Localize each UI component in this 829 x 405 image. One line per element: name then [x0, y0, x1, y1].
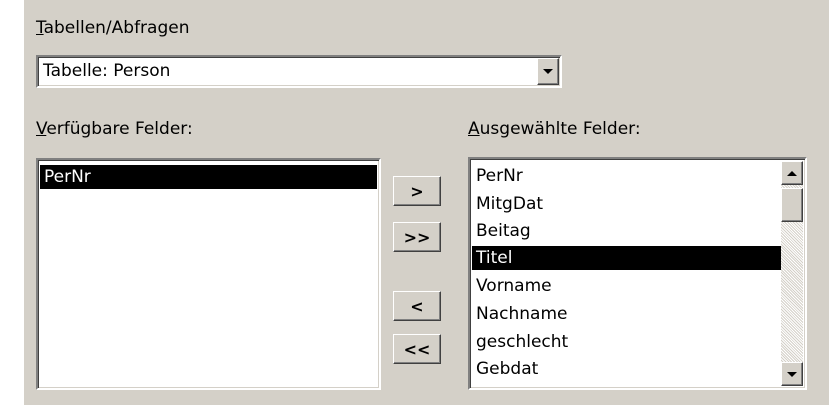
- remove-field-button[interactable]: <: [393, 291, 441, 321]
- list-item[interactable]: PerNr: [40, 165, 377, 189]
- tables-queries-label: Tabellen/Abfragen: [36, 18, 190, 38]
- available-fields-listbox[interactable]: PerNr: [36, 158, 381, 390]
- selected-fields-label: Ausgewählte Felder:: [468, 119, 641, 139]
- add-field-button[interactable]: >: [393, 176, 441, 206]
- vertical-scrollbar[interactable]: [781, 161, 803, 386]
- available-fields-label: Verfügbare Felder:: [36, 119, 193, 139]
- chevron-down-icon: [787, 371, 797, 377]
- available-fields-list: PerNr: [40, 162, 377, 386]
- chevron-down-icon: [543, 69, 553, 74]
- list-item[interactable]: Titel: [472, 245, 781, 270]
- scrollbar-thumb[interactable]: [781, 188, 803, 222]
- combobox-dropdown-button[interactable]: [537, 58, 559, 85]
- list-item[interactable]: MitgDat: [472, 191, 781, 219]
- chevron-up-icon: [787, 170, 797, 176]
- add-all-fields-button[interactable]: >>: [393, 222, 441, 252]
- tables-queries-combobox[interactable]: Tabelle: Person: [36, 55, 562, 88]
- list-item[interactable]: geschlecht: [472, 329, 781, 357]
- field-selection-panel: Tabellen/Abfragen Tabelle: Person Verfüg…: [24, 0, 829, 405]
- selected-fields-listbox[interactable]: PerNr MitgDat Beitag Titel Vorname Nachname ge…: [468, 157, 807, 390]
- list-item[interactable]: PerNr: [472, 163, 781, 191]
- scroll-down-button[interactable]: [781, 362, 803, 386]
- list-item[interactable]: Nachname: [472, 301, 781, 329]
- list-item[interactable]: Beitag: [472, 218, 781, 246]
- scroll-up-button[interactable]: [781, 161, 803, 185]
- remove-all-fields-button[interactable]: <<: [393, 334, 441, 364]
- combobox-value: Tabelle: Person: [43, 61, 171, 81]
- list-item[interactable]: Gebdat: [472, 356, 781, 384]
- list-item[interactable]: Vorname: [472, 273, 781, 301]
- selected-fields-list: PerNr MitgDat Beitag Titel Vorname Nachname ge…: [472, 161, 781, 386]
